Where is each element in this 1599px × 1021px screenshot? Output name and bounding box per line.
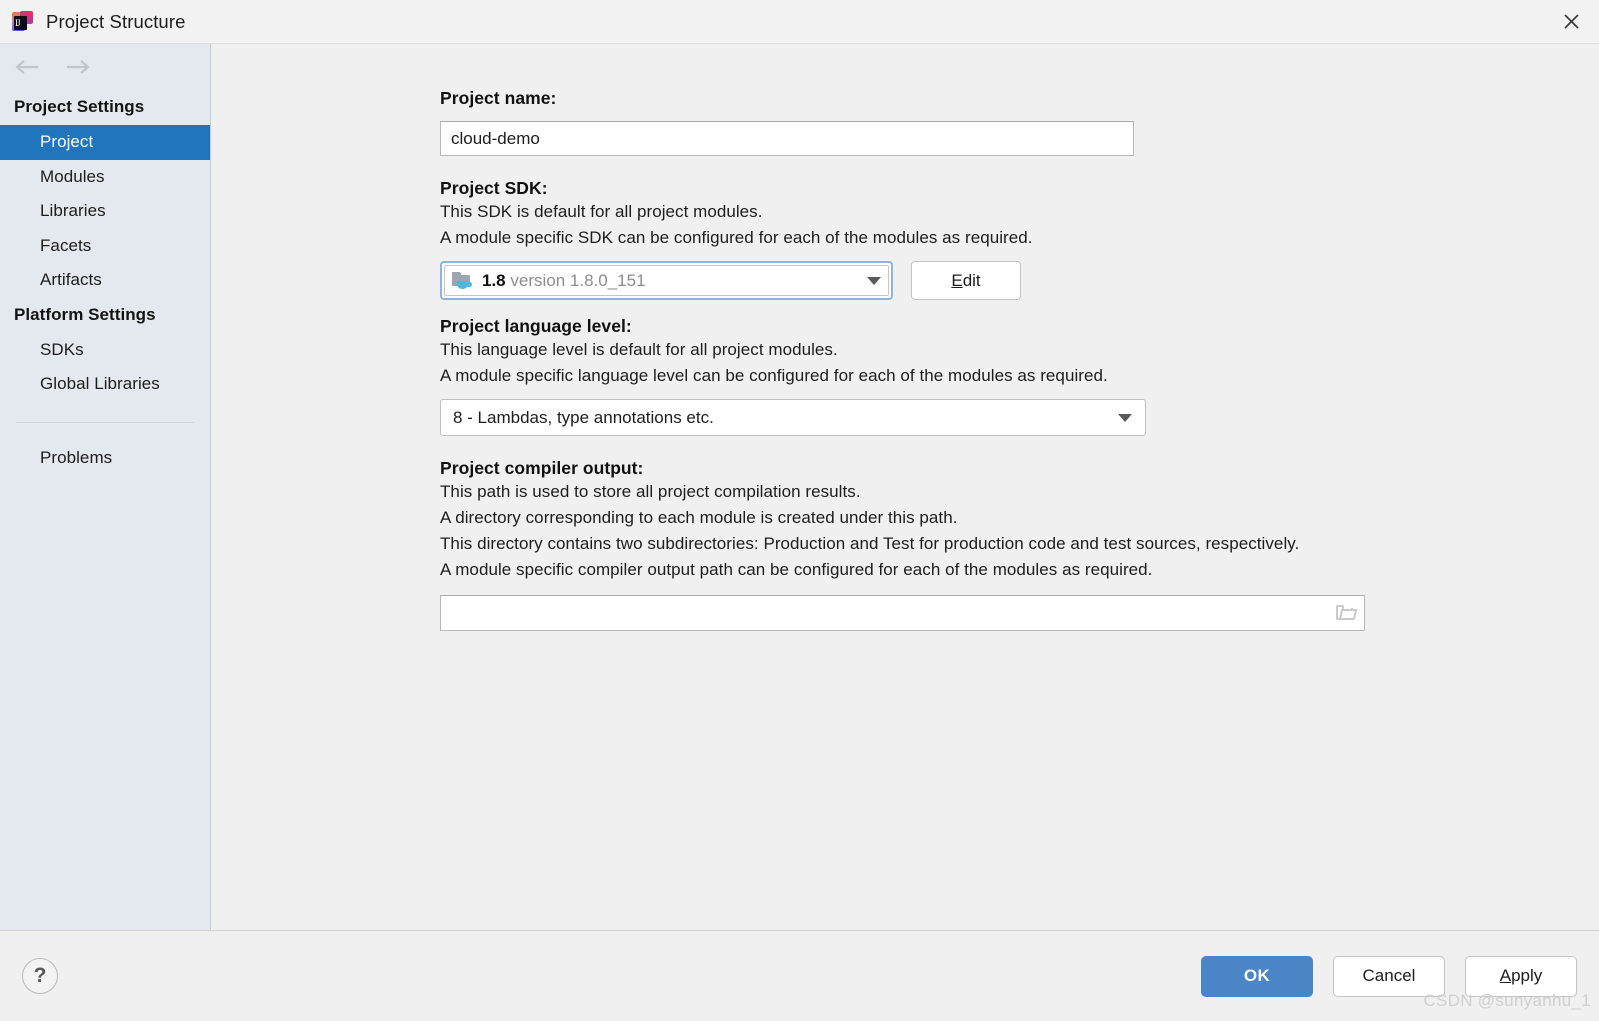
project-name-label: Project name: <box>440 88 1599 109</box>
forward-button[interactable] <box>63 55 93 79</box>
sidebar-item-artifacts[interactable]: Artifacts <box>0 263 210 298</box>
edit-button-rest: dit <box>963 271 981 291</box>
apply-button-mnemonic: A <box>1500 966 1511 986</box>
edit-button-mnemonic: E <box>951 271 962 291</box>
chevron-down-icon <box>1118 414 1134 422</box>
back-button[interactable] <box>13 55 43 79</box>
title-bar-left: IJ Project Structure <box>12 11 185 33</box>
project-name-input[interactable]: cloud-demo <box>440 121 1134 156</box>
sidebar-item-global-libraries[interactable]: Global Libraries <box>0 367 210 402</box>
project-sdk-version: version 1.8.0_151 <box>510 271 645 290</box>
language-level-value: 8 - Lambdas, type annotations etc. <box>453 408 714 428</box>
intellij-idea-icon: IJ <box>12 11 33 32</box>
ok-button[interactable]: OK <box>1201 956 1313 997</box>
sidebar-item-problems[interactable]: Problems <box>0 441 210 476</box>
close-icon <box>1562 12 1581 31</box>
edit-sdk-button[interactable]: Edit <box>911 261 1021 300</box>
dialog-footer: ? OK Cancel Apply CSDN @sunyanhu_1 <box>0 930 1599 1021</box>
language-level-desc-line-1: This language level is default for all p… <box>440 337 1599 363</box>
sidebar-item-project[interactable]: Project <box>0 125 210 160</box>
compiler-output-desc-line-4: A module specific compiler output path c… <box>440 557 1599 583</box>
compiler-output-desc-line-2: A directory corresponding to each module… <box>440 505 1599 531</box>
dialog-body: Project Settings Project Modules Librari… <box>0 43 1599 930</box>
sidebar-divider <box>16 422 194 423</box>
help-question-icon: ? <box>34 964 47 988</box>
language-level-combobox[interactable]: 8 - Lambdas, type annotations etc. <box>440 399 1146 436</box>
window-title: Project Structure <box>46 11 185 33</box>
apply-button-rest: pply <box>1511 966 1542 986</box>
language-level-desc-line-2: A module specific language level can be … <box>440 363 1599 389</box>
watermark: CSDN @sunyanhu_1 <box>1423 991 1591 1011</box>
project-sdk-row: 1.8 version 1.8.0_151 Edit <box>440 261 1599 300</box>
sidebar-group-platform-settings: Platform Settings <box>0 298 210 333</box>
compiler-output-desc-line-1: This path is used to store all project c… <box>440 479 1599 505</box>
settings-sidebar: Project Settings Project Modules Librari… <box>0 44 211 930</box>
sidebar-group-project-settings: Project Settings <box>0 90 210 125</box>
project-sdk-name: 1.8 <box>482 271 506 290</box>
nav-arrows <box>0 44 210 90</box>
sidebar-item-facets[interactable]: Facets <box>0 229 210 264</box>
project-sdk-label: Project SDK: <box>440 178 1599 199</box>
chevron-down-icon <box>867 277 883 285</box>
arrow-right-icon <box>65 59 91 75</box>
language-level-label: Project language level: <box>440 316 1599 337</box>
settings-content-project: Project name: cloud-demo Project SDK: Th… <box>211 44 1599 930</box>
arrow-left-icon <box>15 59 41 75</box>
project-sdk-desc-line-1: This SDK is default for all project modu… <box>440 199 1599 225</box>
compiler-output-desc-line-3: This directory contains two subdirectori… <box>440 531 1599 557</box>
compiler-output-path-input[interactable] <box>440 595 1365 631</box>
folder-browse-icon[interactable] <box>1334 603 1356 623</box>
compiler-output-label: Project compiler output: <box>440 458 1599 479</box>
sidebar-item-sdks[interactable]: SDKs <box>0 333 210 368</box>
project-structure-dialog: IJ Project Structure <box>0 0 1599 1021</box>
project-sdk-desc-line-2: A module specific SDK can be configured … <box>440 225 1599 251</box>
ij-mark-label: IJ <box>15 17 20 29</box>
java-sdk-folder-icon <box>452 271 473 290</box>
title-bar: IJ Project Structure <box>0 0 1599 43</box>
sidebar-item-libraries[interactable]: Libraries <box>0 194 210 229</box>
close-button[interactable] <box>1543 0 1599 43</box>
project-sdk-combobox[interactable]: 1.8 version 1.8.0_151 <box>440 261 893 300</box>
project-sdk-value: 1.8 version 1.8.0_151 <box>482 271 646 291</box>
sidebar-item-modules[interactable]: Modules <box>0 160 210 195</box>
help-button[interactable]: ? <box>22 958 58 994</box>
